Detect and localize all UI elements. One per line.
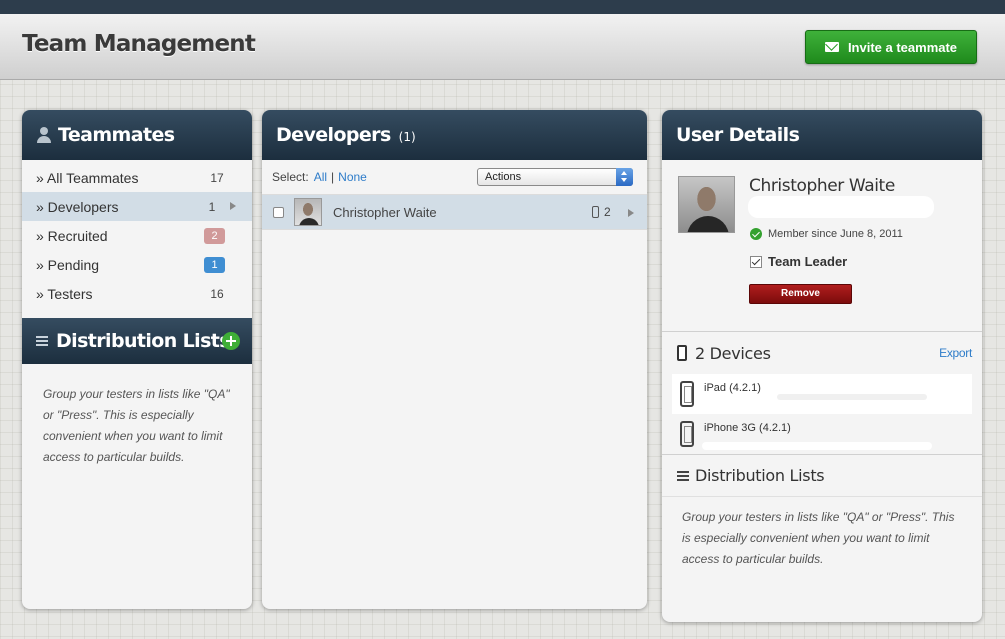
checkbox-checked-icon — [750, 255, 762, 268]
devices-header: 2 Devices Export — [662, 332, 982, 374]
distribution-hint: Group your testers in lists like "QA" or… — [43, 387, 230, 464]
teammates-panel: Teammates » All Teammates 17 » Developer… — [22, 110, 252, 609]
team-leader-checkbox[interactable]: Team Leader — [750, 254, 847, 269]
teammates-title: Teammates — [58, 124, 175, 146]
count-badge: 1 — [204, 257, 225, 273]
select-all-link[interactable]: All — [314, 170, 327, 184]
nav-item-recruited[interactable]: » Recruited 2 — [22, 221, 252, 250]
developers-title: Developers — [276, 124, 391, 146]
top-strip — [0, 0, 1005, 14]
table-row[interactable]: Christopher Waite 2 — [262, 194, 647, 230]
user-distribution-lists-header: Distribution Lists — [662, 455, 982, 497]
developer-name: Christopher Waite — [333, 204, 437, 220]
invite-teammate-label: Invite a teammate — [847, 39, 958, 55]
row-checkbox[interactable] — [273, 206, 284, 218]
developers-count: (1) — [398, 130, 416, 144]
check-circle-icon — [750, 228, 762, 240]
select-arrows-icon — [616, 168, 633, 186]
user-distribution-lists-title: Distribution Lists — [695, 466, 825, 485]
nav-label: » Developers — [36, 198, 119, 215]
redacted-email — [748, 196, 934, 218]
list-icon — [36, 336, 48, 346]
avatar — [678, 176, 735, 233]
invite-teammate-button[interactable]: Invite a teammate — [805, 30, 977, 64]
distribution-lists-title: Distribution Lists — [56, 330, 231, 352]
device-count-value: 2 — [604, 205, 611, 219]
nav-item-developers[interactable]: » Developers 1 — [22, 192, 252, 221]
actions-select[interactable]: Actions — [477, 168, 633, 186]
export-link[interactable]: Export — [939, 346, 972, 360]
user-summary: Christopher Waite Member since June 8, 2… — [662, 160, 982, 332]
member-since-text: Member since June 8, 2011 — [768, 228, 903, 240]
count-badge: 2 — [204, 228, 225, 244]
list-item[interactable]: iPhone 3G (4.2.1) — [672, 414, 972, 454]
nav-item-pending[interactable]: » Pending 1 — [22, 250, 252, 279]
nav-item-testers[interactable]: » Testers 16 — [22, 279, 252, 308]
redacted-udid — [702, 442, 932, 450]
nav-count: 17 — [210, 170, 224, 185]
device-name: iPhone 3G (4.2.1) — [704, 422, 791, 434]
person-icon — [36, 127, 52, 143]
user-distribution-hint: Group your testers in lists like "QA" or… — [682, 510, 955, 566]
distribution-lists-header: Distribution Lists — [22, 318, 252, 364]
nav-label: » All Teammates — [36, 169, 139, 186]
iphone-icon — [680, 421, 694, 447]
phone-icon — [677, 345, 687, 361]
developers-header: Developers (1) — [262, 110, 647, 160]
user-name: Christopher Waite — [749, 176, 895, 196]
user-distribution-lists: Distribution Lists Group your testers in… — [662, 454, 982, 622]
select-separator: | — [331, 170, 335, 184]
user-details-header: User Details — [662, 110, 982, 160]
redacted-udid — [777, 394, 927, 400]
arrow-right-icon — [628, 209, 634, 217]
member-since: Member since June 8, 2011 — [750, 228, 903, 240]
avatar — [294, 198, 322, 226]
team-leader-label: Team Leader — [768, 254, 848, 269]
add-list-icon[interactable] — [222, 332, 240, 350]
user-details-title: User Details — [676, 124, 800, 146]
select-label: Select: — [272, 170, 309, 184]
nav-label: » Pending — [36, 256, 100, 273]
user-details-panel: User Details Christopher Waite Member si… — [662, 110, 982, 622]
developers-panel: Developers (1) Select: All | None Action… — [262, 110, 647, 609]
device-count: 2 — [592, 205, 611, 219]
devices-title: 2 Devices — [695, 343, 771, 363]
page-title: Team Management — [22, 31, 256, 57]
nav-count: 1 — [208, 199, 216, 214]
teammates-header: Teammates — [22, 110, 252, 160]
nav-label: » Recruited — [36, 227, 108, 244]
device-name: iPad (4.2.1) — [704, 382, 761, 394]
list-item[interactable]: iPad (4.2.1) — [672, 374, 972, 414]
actions-select-value: Actions — [485, 171, 522, 183]
page-header: Team Management Invite a teammate — [0, 14, 1005, 80]
envelope-icon — [824, 42, 839, 52]
select-toolbar: Select: All | None Actions — [262, 160, 647, 194]
phone-icon — [592, 206, 599, 218]
select-none-link[interactable]: None — [338, 170, 367, 184]
remove-button[interactable]: Remove — [749, 284, 852, 304]
ipad-icon — [680, 381, 694, 407]
nav-count: 16 — [210, 286, 224, 301]
list-icon — [677, 470, 689, 481]
nav-item-all-teammates[interactable]: » All Teammates 17 — [22, 163, 252, 192]
arrow-right-icon — [230, 202, 236, 210]
nav-label: » Testers — [36, 285, 93, 302]
